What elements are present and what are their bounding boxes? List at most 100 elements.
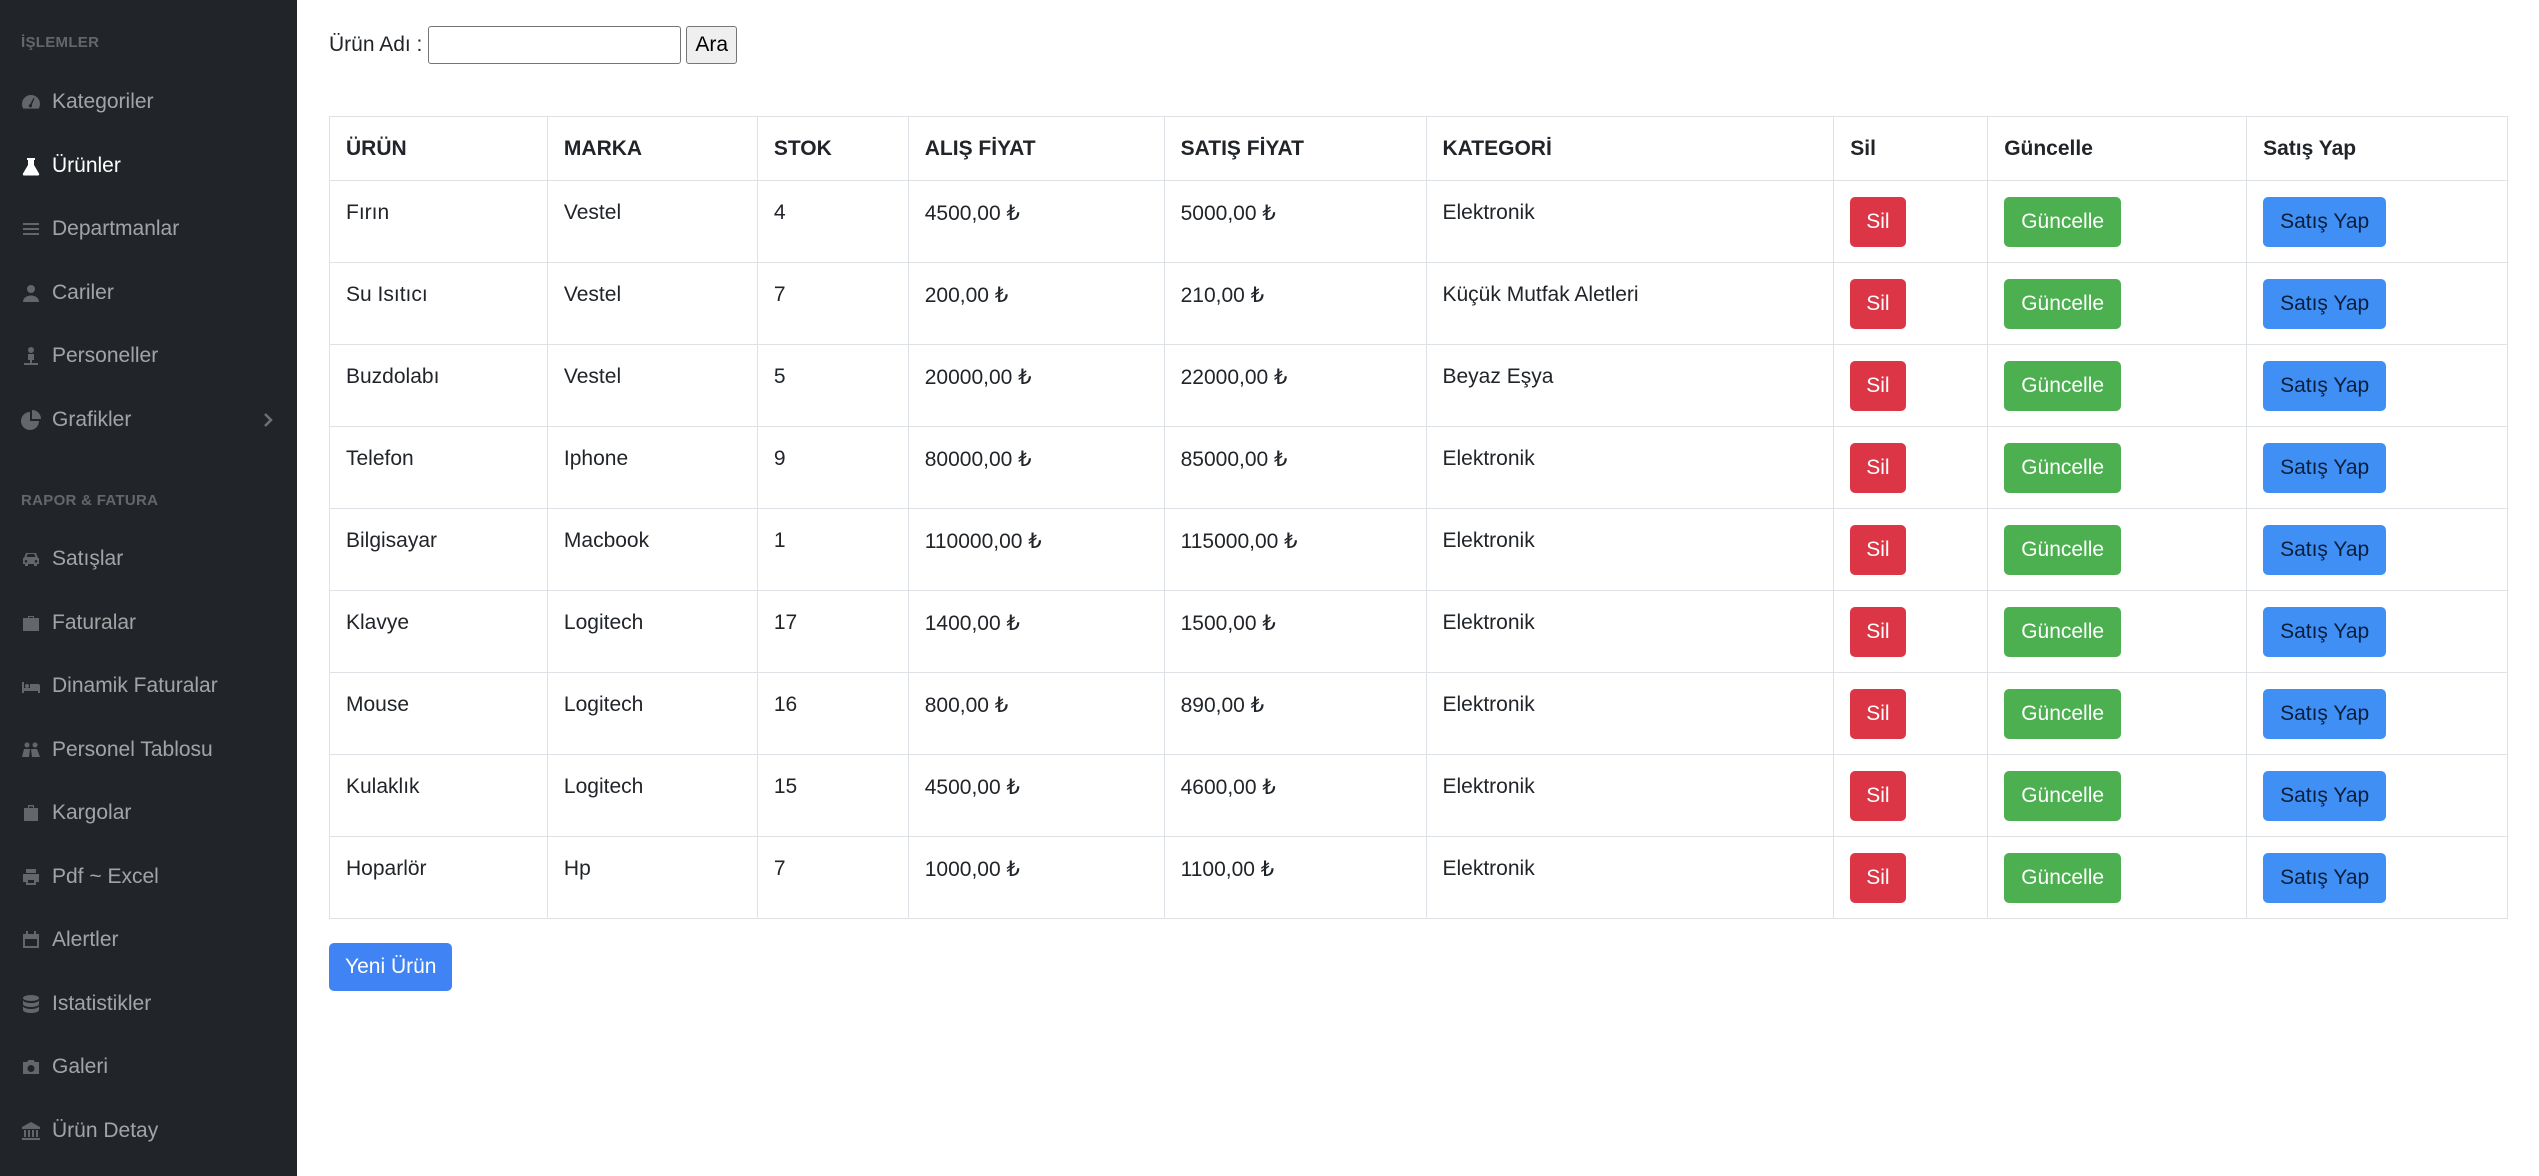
sidebar: İŞLEMLER Kategoriler Ürünler Departmanlar C… — [0, 0, 297, 1176]
sidebar-item-label: Dinamik Faturalar — [52, 674, 218, 697]
delete-button[interactable]: Sil — [1850, 443, 1906, 493]
action-cell: Sil — [1833, 262, 1989, 345]
category-cell: Elektronik — [1425, 426, 1835, 509]
delete-button[interactable]: Sil — [1850, 361, 1906, 411]
chevron-right-icon — [261, 410, 275, 430]
sell-button[interactable]: Satış Yap — [2263, 525, 2387, 575]
camera-icon — [21, 1057, 41, 1077]
stock-cell: 4 — [756, 180, 909, 263]
update-button[interactable]: Güncelle — [2004, 607, 2122, 657]
new-product-button[interactable]: Yeni Ürün — [329, 943, 453, 991]
sidebar-item-grafikler[interactable]: Grafikler — [0, 396, 297, 444]
sidebar-item-istatistikler[interactable]: Istatistikler — [0, 980, 297, 1028]
sidebar-item-personeller[interactable]: Personeller — [0, 332, 297, 380]
sidebar-item-kargolar[interactable]: Kargolar — [0, 789, 297, 837]
sale-price-cell: 1500,00 ₺ — [1163, 590, 1427, 673]
category-cell: Elektronik — [1425, 508, 1835, 591]
delete-button[interactable]: Sil — [1850, 525, 1906, 575]
sell-button[interactable]: Satış Yap — [2263, 279, 2387, 329]
purchase-price-cell: 80000,00 ₺ — [907, 426, 1165, 509]
sidebar-item-label: Departmanlar — [52, 217, 180, 240]
search-label: Ürün Adı : — [329, 33, 423, 56]
sidebar-item-satislar[interactable]: Satışlar — [0, 535, 297, 583]
table-row: Telefon Iphone 9 80000,00 ₺ 85000,00 ₺ Elektr… — [329, 426, 2508, 509]
sell-button[interactable]: Satış Yap — [2263, 197, 2387, 247]
table-row: Su Isıtıcı Vestel 7 200,00 ₺ 210,00 ₺ Küçük M… — [329, 262, 2508, 345]
sidebar-item-galeri[interactable]: Galeri — [0, 1043, 297, 1091]
update-button[interactable]: Güncelle — [2004, 443, 2122, 493]
sidebar-item-label: Faturalar — [52, 610, 137, 634]
table-row: Bilgisayar Macbook 1 110000,00 ₺ 115000,00 ₺… — [329, 508, 2508, 591]
product-name-cell: Mouse — [329, 672, 548, 755]
sidebar-item-dinamik-faturalar[interactable]: Dinamik Faturalar — [0, 662, 297, 710]
sidebar-item-pdf-excel[interactable]: Pdf ~ Excel — [0, 853, 297, 901]
update-button[interactable]: Güncelle — [2004, 689, 2122, 739]
column-header-sil: Sil — [1833, 116, 1989, 181]
table-header-row: ÜRÜN MARKA STOK ALIŞ FİYAT SATIŞ FİYAT KATEGO… — [329, 116, 2508, 181]
delete-button[interactable]: Sil — [1850, 279, 1906, 329]
product-name-cell: Telefon — [329, 426, 548, 509]
sidebar-item-faturalar[interactable]: Faturalar — [0, 599, 297, 647]
brand-cell: Vestel — [546, 262, 758, 345]
sell-button[interactable]: Satış Yap — [2263, 853, 2387, 903]
search-input[interactable] — [428, 26, 682, 64]
bank-icon — [21, 1121, 41, 1141]
update-button[interactable]: Güncelle — [2004, 197, 2122, 247]
table-row: Klavye Logitech 17 1400,00 ₺ 1500,00 ₺ Elektr… — [329, 590, 2508, 673]
sidebar-item-urunler[interactable]: Ürünler — [0, 142, 297, 190]
person-icon — [21, 346, 41, 366]
sell-button[interactable]: Satış Yap — [2263, 607, 2387, 657]
sidebar-item-cariler[interactable]: Cariler — [0, 269, 297, 317]
stock-cell: 7 — [756, 836, 909, 919]
sidebar-item-departmanlar[interactable]: Departmanlar — [0, 205, 297, 253]
delete-button[interactable]: Sil — [1850, 689, 1906, 739]
sell-button[interactable]: Satış Yap — [2263, 689, 2387, 739]
stock-cell: 1 — [756, 508, 909, 591]
update-button[interactable]: Güncelle — [2004, 279, 2122, 329]
search-row: Ürün Adı : Ara — [329, 26, 738, 64]
sidebar-item-personel-tablosu[interactable]: Personel Tablosu — [0, 726, 297, 774]
brand-cell: Vestel — [546, 344, 758, 427]
sell-button[interactable]: Satış Yap — [2263, 361, 2387, 411]
stock-cell: 15 — [756, 754, 909, 837]
purchase-price-cell: 1000,00 ₺ — [907, 836, 1165, 919]
brand-cell: Logitech — [546, 672, 758, 755]
sidebar-item-label: Personeller — [52, 344, 159, 367]
column-header-urun: ÜRÜN — [329, 116, 548, 181]
suitcase-icon — [21, 803, 41, 823]
action-cell: Güncelle — [1987, 180, 2248, 263]
sale-price-cell: 890,00 ₺ — [1163, 672, 1427, 755]
delete-button[interactable]: Sil — [1850, 853, 1906, 903]
delete-button[interactable]: Sil — [1850, 607, 1906, 657]
action-cell: Güncelle — [1987, 672, 2248, 755]
sidebar-item-urun-detay[interactable]: Ürün Detay — [0, 1107, 297, 1155]
people-icon — [21, 740, 41, 760]
category-cell: Elektronik — [1425, 836, 1835, 919]
action-cell: Güncelle — [1987, 508, 2248, 591]
brand-cell: Iphone — [546, 426, 758, 509]
action-cell: Sil — [1833, 180, 1989, 263]
search-button[interactable]: Ara — [686, 26, 738, 64]
sidebar-item-label: Grafikler — [52, 407, 132, 431]
sale-price-cell: 85000,00 ₺ — [1163, 426, 1427, 509]
purchase-price-cell: 4500,00 ₺ — [907, 754, 1165, 837]
sell-button[interactable]: Satış Yap — [2263, 771, 2387, 821]
main-content: Ürün Adı : Ara ÜRÜN MARKA STOK ALIŞ FİYAT SA… — [297, 0, 2539, 1176]
action-cell: Güncelle — [1987, 344, 2248, 427]
sidebar-item-label: Satışlar — [52, 547, 124, 570]
delete-button[interactable]: Sil — [1850, 197, 1906, 247]
products-table: ÜRÜN MARKA STOK ALIŞ FİYAT SATIŞ FİYAT KATEGO… — [329, 116, 2508, 919]
car-icon — [21, 549, 41, 569]
action-cell: Satış Yap — [2246, 344, 2508, 427]
update-button[interactable]: Güncelle — [2004, 771, 2122, 821]
delete-button[interactable]: Sil — [1850, 771, 1906, 821]
update-button[interactable]: Güncelle — [2004, 853, 2122, 903]
sidebar-item-alertler[interactable]: Alertler — [0, 916, 297, 964]
sidebar-heading-islemler: İŞLEMLER — [21, 34, 100, 51]
update-button[interactable]: Güncelle — [2004, 525, 2122, 575]
sidebar-item-kategoriler[interactable]: Kategoriler — [0, 78, 297, 126]
table-row: Hoparlör Hp 7 1000,00 ₺ 1100,00 ₺ Elektronik S… — [329, 836, 2508, 919]
sell-button[interactable]: Satış Yap — [2263, 443, 2387, 493]
stock-cell: 7 — [756, 262, 909, 345]
update-button[interactable]: Güncelle — [2004, 361, 2122, 411]
